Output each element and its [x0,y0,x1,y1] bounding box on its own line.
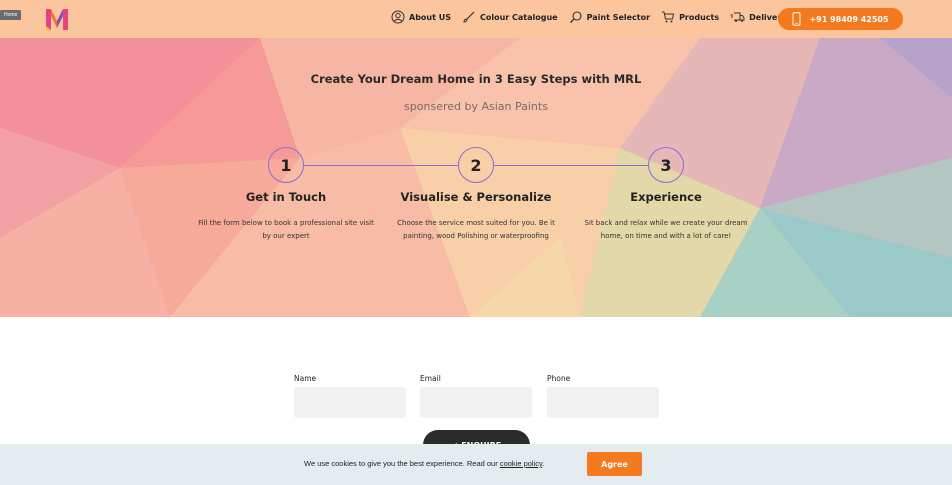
name-label: Name [294,374,317,383]
nav-deliver[interactable]: Deliver [730,10,781,24]
step-title: Visualise & Personalize [400,190,552,204]
email-label: Email [420,374,441,383]
brand-logo[interactable] [44,6,70,32]
call-phone-button[interactable]: +91 98409 42505 [778,8,903,30]
mobile-phone-icon [792,12,801,26]
step-description: Choose the service most suited for you. … [397,219,555,240]
nav-about-us-label: About US [409,12,451,22]
user-circle-icon [391,10,405,24]
step-description: Sit back and relax while we create your … [584,219,748,240]
nav-paint-selector[interactable]: Paint Selector [569,10,650,24]
nav-colour-catalogue[interactable]: Colour Catalogue [462,10,558,24]
name-field[interactable] [294,387,406,418]
top-header: Home About US Colour Catalogue Paint Sel… [0,0,952,38]
cookie-text-after: . [542,459,545,468]
step-title: Get in Touch [245,190,327,204]
hero-title: Create Your Dream Home in 3 Easy Steps w… [310,72,642,86]
email-field[interactable] [420,387,532,418]
step-description: Fill the form below to book a profession… [198,219,374,240]
nav-colour-catalogue-label: Colour Catalogue [479,12,558,22]
delivery-truck-icon [730,12,745,22]
step-number-circle: 3 [648,147,684,183]
hero-section: Create Your Dream Home in 3 Easy Steps w… [0,38,952,317]
phone-number: +91 98409 42505 [809,14,889,24]
nav-products[interactable]: Products [661,10,719,24]
step-number-circle: 2 [458,147,494,183]
step-number-circle: 1 [268,147,304,183]
agree-button[interactable]: Agree [587,452,642,476]
cookie-policy-link[interactable]: cookie policy [500,459,542,468]
cookie-text-before: We use cookies to give you the best expe… [304,459,500,468]
cookie-consent-bar: We use cookies to give you the best expe… [0,444,952,485]
cart-icon [662,11,675,23]
nav-products-label: Products [679,12,720,22]
step-title: Experience [630,190,702,204]
home-tag[interactable]: Home [0,10,22,20]
brush-icon [463,11,475,23]
nav-paint-selector-label: Paint Selector [586,12,651,22]
step-connector [494,165,648,166]
phone-label: Phone [547,374,571,383]
step-connector [304,165,458,166]
cookie-message: We use cookies to give you the best expe… [304,459,544,468]
nav-about-us[interactable]: About US [391,10,451,24]
nav-deliver-label: Deliver [749,12,782,22]
hero-subtitle: sponsered by Asian Paints [404,100,548,113]
search-icon [569,11,582,23]
phone-field[interactable] [547,387,659,418]
main-nav: About US Colour Catalogue Paint Selector… [391,10,792,24]
